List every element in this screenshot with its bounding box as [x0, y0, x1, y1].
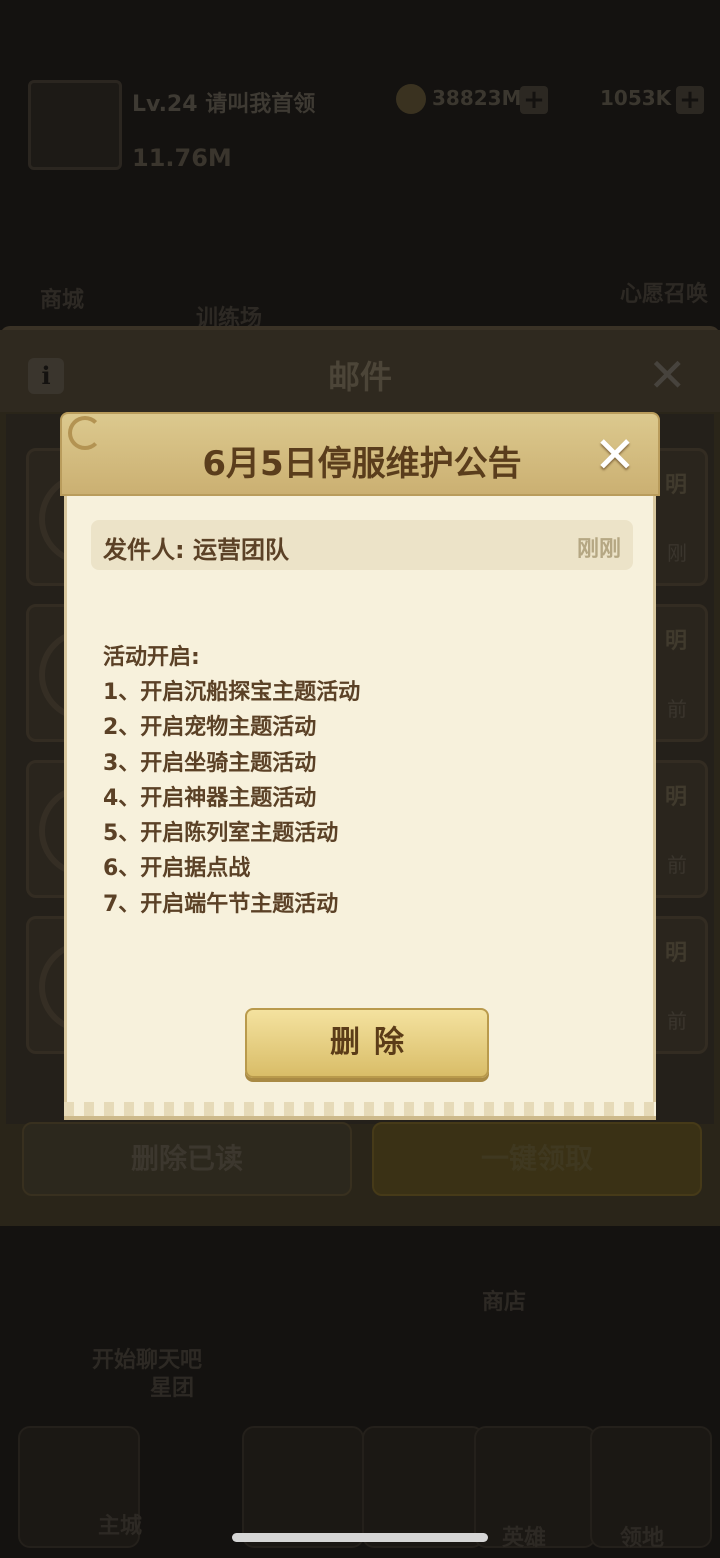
delete-read-button: 删除已读 — [22, 1122, 352, 1196]
mail-item-time: 前 — [667, 853, 687, 877]
gold-amount: 38823M — [432, 86, 522, 110]
dialog-bottom-border — [64, 1102, 656, 1120]
close-icon: ✕ — [648, 348, 687, 402]
sent-time: 刚刚 — [576, 537, 621, 562]
mail-item-tag: 明 — [664, 629, 687, 654]
close-icon[interactable]: ✕ — [592, 430, 638, 480]
content-line: 6、开启据点战 — [103, 856, 251, 882]
content-line: 7、开启端午节主题活动 — [103, 891, 339, 917]
content-line: 4、开启神器主题活动 — [103, 785, 317, 811]
dialog-header: 6月5日停服维护公告 ✕ — [60, 412, 660, 496]
content-line: 1、开启沉船探宝主题活动 — [103, 680, 361, 705]
hall-label: 星团 — [150, 1376, 195, 1401]
player-avatar — [28, 80, 122, 170]
content-line: 5、开启陈列室主题活动 — [103, 821, 339, 847]
mail-item-time: 刚 — [667, 541, 687, 565]
player-name: Lv.24 请叫我首领 — [132, 92, 316, 117]
mail-item-tag: 明 — [664, 785, 687, 810]
mail-title: 邮件 — [327, 358, 392, 396]
heroes-label: 英雄 — [502, 1526, 547, 1551]
dialog-body: 发件人: 运营团队 刚刚 活动开启: 1、开启沉船探宝主题活动 2、开启宠物主题… — [64, 496, 656, 1118]
content-line: 3、开启坐骑主题活动 — [103, 750, 317, 776]
claim-all-button: 一键领取 — [372, 1122, 702, 1196]
wish-summon-label: 心愿召唤 — [620, 282, 709, 307]
home-indicator[interactable] — [232, 1533, 488, 1542]
dialog-title: 6月5日停服维护公告 — [202, 444, 522, 484]
delete-button[interactable]: 删除 — [245, 1008, 489, 1078]
nav-slot — [362, 1426, 484, 1548]
sender-bar: 发件人: 运营团队 刚刚 — [91, 520, 633, 570]
player-power: 11.76M — [132, 144, 232, 172]
gold-coin-icon — [396, 84, 426, 114]
content-line: 2、开启宠物主题活动 — [103, 715, 317, 741]
shop-label: 商店 — [482, 1290, 527, 1315]
mail-item-tag: 明 — [664, 941, 687, 966]
territory-label: 领地 — [620, 1526, 665, 1551]
gem-amount: 1053K — [600, 86, 672, 110]
announcement-dialog: 6月5日停服维护公告 ✕ 发件人: 运营团队 刚刚 活动开启: 1、开启沉船探宝… — [60, 412, 660, 1122]
nav-slot — [242, 1426, 364, 1548]
mail-item-time: 前 — [667, 1009, 687, 1033]
mail-item-time: 前 — [667, 697, 687, 721]
mail-item-tag: 明 — [664, 473, 687, 498]
sender-name: 发件人: 运营团队 — [103, 536, 289, 564]
add-gem-button: + — [676, 86, 704, 114]
main-city-label: 主城 — [98, 1514, 143, 1539]
mail-header: i 邮件 ✕ — [0, 330, 720, 412]
shop-left-label: 商城 — [40, 288, 85, 313]
content-heading: 活动开启: — [103, 645, 200, 670]
announcement-content: 活动开启: 1、开启沉船探宝主题活动 2、开启宠物主题活动 3、开启坐骑主题活动… — [103, 640, 623, 922]
add-gold-button: + — [520, 86, 548, 114]
